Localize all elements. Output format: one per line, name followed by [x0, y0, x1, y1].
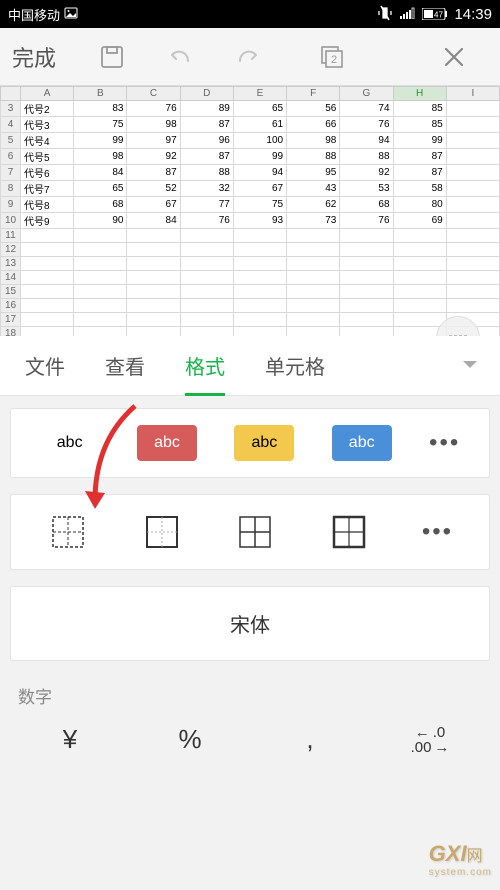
border-all-thick[interactable]: [328, 511, 370, 553]
tab-cell[interactable]: 单元格: [245, 336, 345, 396]
close-button[interactable]: [434, 37, 474, 77]
picture-icon: [64, 7, 78, 22]
format-panel: abc abc abc abc ••• ••• 宋体 数字 ¥ % , ←.0 …: [0, 396, 500, 890]
cell-styles-card: abc abc abc abc •••: [10, 408, 490, 478]
battery-icon: 47: [422, 8, 448, 20]
status-bar: 中国移动 47 14:39: [0, 0, 500, 28]
svg-text:47: 47: [434, 11, 443, 20]
cell-style-yellow[interactable]: abc: [234, 425, 294, 461]
cell-style-white[interactable]: abc: [40, 425, 100, 461]
cell-style-more[interactable]: •••: [429, 429, 460, 457]
signal-icon: [400, 7, 416, 22]
app-toolbar: 完成 2: [0, 28, 500, 86]
vibrate-icon: [376, 5, 394, 24]
tab-file[interactable]: 文件: [5, 336, 85, 396]
font-name-label: 宋体: [230, 609, 270, 638]
format-tabs: 文件 查看 格式 单元格: [0, 336, 500, 396]
borders-card: •••: [10, 494, 490, 570]
percent-button[interactable]: %: [150, 724, 230, 755]
cell-style-blue[interactable]: abc: [332, 425, 392, 461]
redo-button[interactable]: [228, 37, 268, 77]
done-button[interactable]: 完成: [12, 41, 56, 73]
border-none[interactable]: [47, 511, 89, 553]
svg-text:2: 2: [331, 54, 337, 66]
undo-button[interactable]: [160, 37, 200, 77]
tab-view[interactable]: 查看: [85, 336, 165, 396]
number-format-row: ¥ % , ←.0 .00→: [10, 718, 490, 755]
spreadsheet[interactable]: ABCDEFGHI3代号2837689655674854代号3759887616…: [0, 86, 500, 336]
clock-label: 14:39: [454, 6, 492, 23]
border-more[interactable]: •••: [422, 518, 453, 546]
copies-button[interactable]: 2: [312, 37, 352, 77]
tab-more[interactable]: [445, 357, 495, 375]
save-button[interactable]: [92, 37, 132, 77]
border-outer[interactable]: [141, 511, 183, 553]
currency-button[interactable]: ¥: [30, 724, 110, 755]
number-section-label: 数字: [10, 677, 490, 718]
border-all-thin[interactable]: [234, 511, 276, 553]
thousands-button[interactable]: ,: [270, 724, 350, 755]
font-card[interactable]: 宋体: [10, 586, 490, 661]
carrier-label: 中国移动: [8, 5, 60, 24]
decimals-button[interactable]: ←.0 .00→: [390, 725, 470, 755]
cell-style-red[interactable]: abc: [137, 425, 197, 461]
tab-format[interactable]: 格式: [165, 336, 245, 396]
watermark: GXI网 system.com: [429, 841, 492, 878]
